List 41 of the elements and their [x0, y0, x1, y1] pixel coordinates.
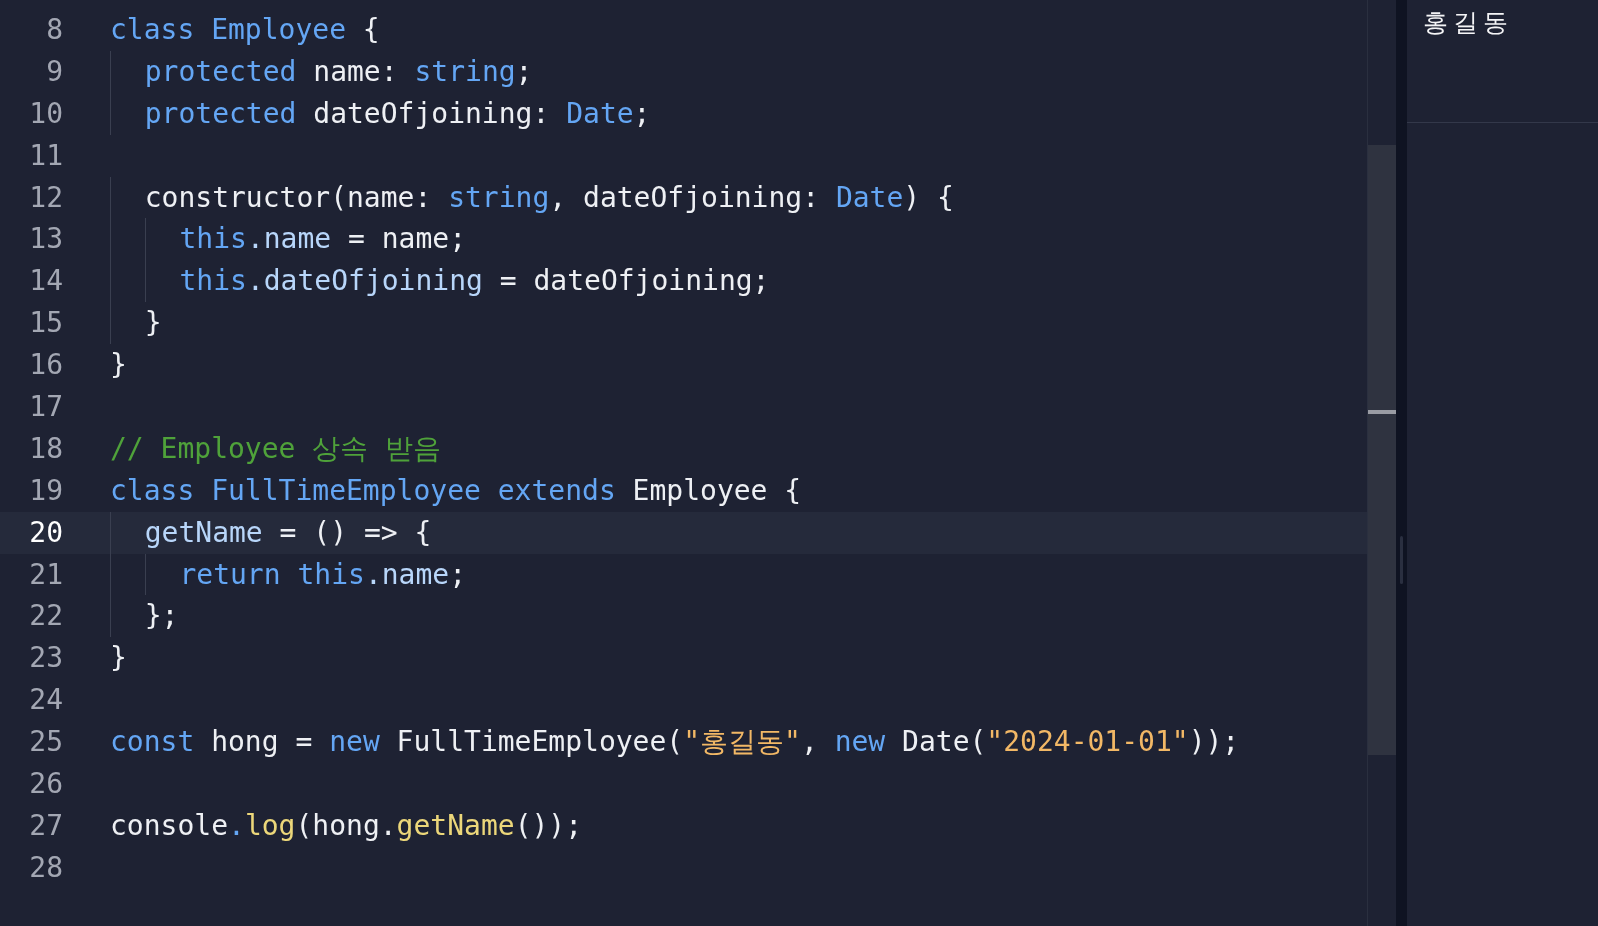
code-line[interactable]: protected dateOfjoining: Date;: [110, 92, 651, 135]
line-number: 25: [28, 724, 63, 761]
output-text: 홍길동: [1423, 7, 1514, 39]
line-number: 11: [28, 137, 63, 174]
line-number: 18: [28, 430, 63, 467]
line-number: 8: [45, 12, 63, 48]
code-line[interactable]: }: [110, 637, 127, 680]
line-number: 26: [28, 766, 63, 803]
code-line[interactable]: const hong = new FullTimeEmployee("홍길동", new Date("2024-01-01"));: [110, 721, 1240, 764]
code-line[interactable]: constructor(name: string, dateOfjoining: Date) {: [110, 176, 954, 219]
code-line[interactable]: protected name: string;: [110, 50, 533, 93]
code-line[interactable]: console.log(hong.getName());: [110, 804, 583, 847]
code-line[interactable]: class Employee {: [110, 9, 380, 51]
scrollbar-thumb[interactable]: [1368, 145, 1396, 755]
line-number: 9: [45, 53, 63, 90]
line-number: 13: [28, 221, 63, 258]
line-number: 27: [28, 807, 63, 844]
code-line[interactable]: class FullTimeEmployee extends Employee {: [110, 469, 802, 512]
line-number: 16: [28, 347, 63, 384]
line-number: 22: [28, 598, 63, 635]
line-number: 28: [28, 849, 63, 886]
code-line[interactable]: }: [110, 302, 162, 345]
code-line[interactable]: // Employee 상속 받음: [110, 427, 442, 470]
code-line[interactable]: this.dateOfjoining = dateOfjoining;: [110, 260, 770, 303]
code-line[interactable]: this.name = name;: [110, 218, 467, 261]
code-line[interactable]: };: [110, 595, 179, 638]
line-number: 17: [28, 389, 63, 425]
line-number: 20: [28, 514, 63, 551]
line-number: 15: [28, 305, 63, 342]
code-line[interactable]: getName = () => {: [110, 511, 432, 554]
line-number: 24: [28, 682, 63, 719]
code-line[interactable]: return this.name;: [110, 553, 467, 596]
line-number: 10: [28, 95, 63, 132]
cursor-marker: [1368, 410, 1396, 414]
code-line[interactable]: }: [110, 344, 127, 386]
scrollbar-track[interactable]: [1367, 0, 1396, 926]
line-number: 19: [28, 472, 63, 509]
line-number: 14: [28, 263, 63, 300]
line-number: 12: [28, 179, 63, 216]
line-number: 21: [28, 556, 63, 593]
line-number: 23: [28, 640, 63, 677]
